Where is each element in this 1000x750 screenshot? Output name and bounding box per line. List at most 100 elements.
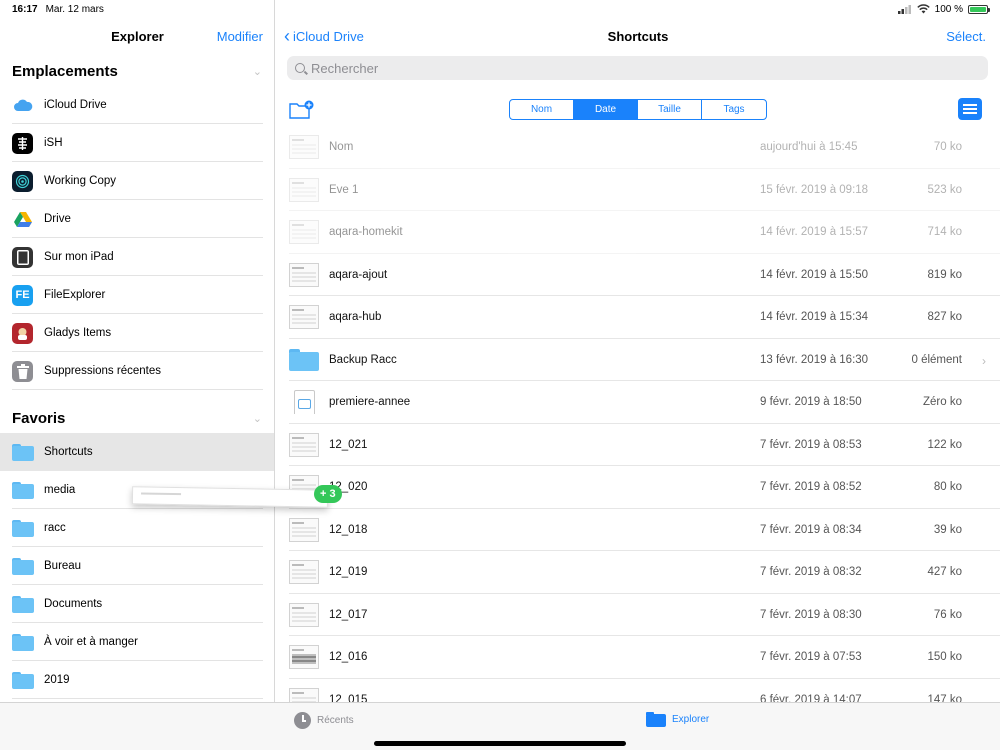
list-item[interactable]: 12_017 7 févr. 2019 à 08:30 76 ko bbox=[289, 594, 1000, 637]
tab-explorer[interactable]: Explorer bbox=[646, 712, 709, 727]
file-size: 819 ko bbox=[927, 268, 962, 281]
sidebar-item-bureau[interactable]: Bureau bbox=[0, 547, 274, 585]
folder-icon bbox=[12, 671, 34, 689]
file-name: aqara-hub bbox=[329, 311, 382, 324]
sidebar-item-on-my-ipad[interactable]: Sur mon iPad bbox=[0, 238, 274, 276]
google-drive-icon bbox=[12, 209, 33, 230]
list-item[interactable]: 12_018 7 févr. 2019 à 08:34 39 ko bbox=[289, 509, 1000, 552]
list-item[interactable]: 12_015 6 févr. 2019 à 14:07 147 ko bbox=[289, 679, 1000, 702]
chevron-left-icon: ‹ bbox=[284, 26, 290, 46]
sort-option-name[interactable]: Nom bbox=[510, 100, 574, 119]
fileexplorer-app-icon: FE bbox=[12, 284, 33, 306]
locations-section-header[interactable]: Emplacements ⌄ bbox=[12, 61, 262, 81]
sidebar-item-racc[interactable]: racc bbox=[0, 509, 274, 547]
folder-icon bbox=[646, 712, 666, 727]
folder-item-count: 0 élément bbox=[911, 353, 962, 366]
sidebar-item-label: Working Copy bbox=[44, 175, 117, 187]
sidebar-item-working-copy[interactable]: Working Copy bbox=[0, 162, 274, 200]
list-item[interactable]: 12_016 7 févr. 2019 à 07:53 150 ko bbox=[289, 636, 1000, 679]
back-button[interactable]: ‹ iCloud Drive bbox=[284, 27, 364, 45]
sidebar-item-gladys-items[interactable]: Gladys Items bbox=[0, 314, 274, 352]
search-input[interactable] bbox=[311, 60, 911, 76]
file-name: 12_017 bbox=[329, 608, 368, 621]
sidebar-item-label: Documents bbox=[44, 598, 103, 610]
folder-icon bbox=[12, 633, 34, 651]
sidebar-item-label: Sur mon iPad bbox=[44, 251, 114, 263]
file-size: 76 ko bbox=[933, 608, 962, 621]
list-item[interactable]: Nom aujourd'hui à 15:45 70 ko bbox=[289, 126, 1000, 169]
chevron-down-icon: ⌄ bbox=[252, 65, 262, 78]
file-thumbnail bbox=[289, 517, 319, 542]
document-icon bbox=[289, 390, 319, 415]
sidebar: Explorer Modifier Emplacements ⌄ iCloud … bbox=[0, 0, 275, 702]
sidebar-item-shortcuts[interactable]: Shortcuts bbox=[0, 433, 274, 471]
sidebar-item-label: Suppressions récentes bbox=[44, 365, 161, 377]
dragged-files-stack bbox=[131, 486, 329, 508]
sidebar-item-drive[interactable]: Drive bbox=[0, 200, 274, 238]
list-item[interactable]: 12_021 7 févr. 2019 à 08:53 122 ko bbox=[289, 424, 1000, 467]
tab-recents[interactable]: Récents bbox=[294, 712, 354, 729]
tab-label: Récents bbox=[317, 715, 354, 726]
chevron-right-icon: › bbox=[982, 353, 986, 368]
gladys-app-icon bbox=[12, 322, 33, 344]
sort-option-size[interactable]: Taille bbox=[638, 100, 702, 119]
search-bar[interactable] bbox=[287, 56, 988, 80]
list-item[interactable]: premiere-annee 9 févr. 2019 à 18:50 Zéro… bbox=[289, 381, 1000, 424]
sidebar-title: Explorer bbox=[111, 28, 164, 44]
sidebar-item-recently-deleted[interactable]: Suppressions récentes bbox=[0, 352, 274, 390]
drag-preview[interactable]: + 3 bbox=[128, 485, 342, 508]
home-indicator[interactable] bbox=[374, 741, 626, 746]
sort-option-tags[interactable]: Tags bbox=[702, 100, 766, 119]
sidebar-item-label: racc bbox=[44, 522, 66, 534]
folder-icon bbox=[12, 519, 34, 537]
favorites-section-header[interactable]: Favoris ⌄ bbox=[12, 408, 262, 428]
icloud-icon bbox=[12, 95, 33, 116]
list-view-button[interactable] bbox=[958, 98, 982, 120]
file-name: 12_021 bbox=[329, 438, 368, 451]
file-thumbnail bbox=[289, 262, 319, 287]
tab-bar: Récents Explorer bbox=[0, 702, 1000, 750]
list-item-folder[interactable]: Backup Racc 13 févr. 2019 à 16:30 0 élém… bbox=[289, 339, 1000, 382]
battery-percent: 100 % bbox=[934, 3, 963, 15]
list-item[interactable]: aqara-hub 14 févr. 2019 à 15:34 827 ko bbox=[289, 296, 1000, 339]
file-thumbnail bbox=[289, 305, 319, 330]
drag-count-badge: + 3 bbox=[314, 485, 342, 503]
file-size: 427 ko bbox=[927, 566, 962, 579]
list-item[interactable]: aqara-homekit 14 févr. 2019 à 15:57 714 … bbox=[289, 211, 1000, 254]
sidebar-item-documents[interactable]: Documents bbox=[0, 585, 274, 623]
folder-icon bbox=[12, 557, 34, 575]
select-button[interactable]: Sélect. bbox=[946, 29, 986, 44]
file-name: Backup Racc bbox=[329, 353, 397, 366]
back-button-label: iCloud Drive bbox=[293, 28, 364, 44]
sidebar-item-ish[interactable]: iSH bbox=[0, 124, 274, 162]
file-name: 12_020 bbox=[329, 481, 368, 494]
working-copy-app-icon bbox=[12, 170, 33, 192]
list-item[interactable]: 12_019 7 févr. 2019 à 08:32 427 ko bbox=[289, 551, 1000, 594]
list-item[interactable]: Eve 1 15 févr. 2019 à 09:18 523 ko bbox=[289, 169, 1000, 212]
file-size: 0 élément › bbox=[900, 353, 1000, 368]
file-size: 523 ko bbox=[927, 183, 962, 196]
page-title: Shortcuts bbox=[607, 28, 669, 44]
sidebar-item-label: media bbox=[44, 484, 76, 496]
sidebar-item-icloud-drive[interactable]: iCloud Drive bbox=[0, 86, 274, 124]
locations-section-title: Emplacements bbox=[12, 62, 118, 80]
chevron-down-icon: ⌄ bbox=[252, 412, 262, 425]
status-bar: 16:17 Mar. 12 mars 100 % bbox=[0, 0, 1000, 18]
sidebar-item-2019[interactable]: 2019 bbox=[0, 661, 274, 699]
sidebar-item-label: iSH bbox=[44, 137, 63, 149]
list-item[interactable]: 12_020 7 févr. 2019 à 08:52 80 ko bbox=[289, 466, 1000, 509]
sort-option-date[interactable]: Date bbox=[574, 100, 638, 119]
sidebar-item-a-voir-et-a-manger[interactable]: À voir et à manger bbox=[0, 623, 274, 661]
file-name: 12_015 bbox=[329, 693, 368, 702]
edit-button[interactable]: Modifier bbox=[217, 29, 263, 44]
list-item[interactable]: aqara-ajout 14 févr. 2019 à 15:50 819 ko bbox=[289, 254, 1000, 297]
new-folder-icon[interactable] bbox=[289, 100, 315, 120]
file-date: 7 févr. 2019 à 07:53 bbox=[760, 651, 862, 664]
sidebar-header: Explorer Modifier bbox=[0, 18, 274, 54]
status-date: Mar. 12 mars bbox=[45, 3, 104, 15]
file-name: Nom bbox=[329, 141, 354, 154]
sort-segmented-control: Nom Date Taille Tags bbox=[509, 99, 767, 120]
sidebar-item-label: Drive bbox=[44, 213, 71, 225]
sidebar-item-fileexplorer[interactable]: FE FileExplorer bbox=[0, 276, 274, 314]
file-thumbnail bbox=[289, 177, 319, 202]
